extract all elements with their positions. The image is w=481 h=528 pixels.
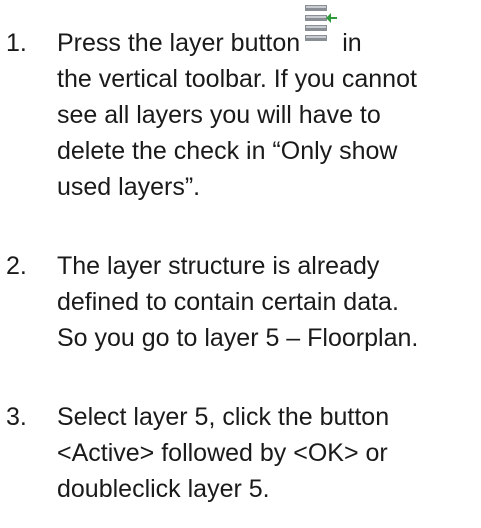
step-1-number: 1.	[6, 29, 27, 57]
instructions-document: 1. Press the layer button in the vertica…	[0, 0, 481, 528]
layer-button-icon	[304, 5, 338, 61]
step-2-number: 2.	[6, 252, 27, 280]
step-3-line-3: doubleclick layer 5.	[57, 475, 270, 503]
step-2-line-1: The layer structure is already	[57, 252, 380, 280]
step-2-line-3: So you go to layer 5 – Floorplan.	[57, 324, 419, 352]
step-1-line-2: the vertical toolbar. If you cannot	[57, 65, 417, 93]
step-3-line-2: <Active> followed by <OK> or	[57, 439, 388, 467]
step-3-text: Select layer 5, click the button <Active…	[57, 399, 477, 507]
step-1-line-1: Press the layer button in	[57, 5, 477, 61]
step-3-line-1: Select layer 5, click the button	[57, 403, 390, 431]
step-1-text: Press the layer button in the vertical t…	[57, 5, 477, 205]
step-1-line-5: used layers”.	[57, 173, 201, 201]
step-1-after-icon: in	[342, 29, 362, 57]
step-2-text: The layer structure is already defined t…	[57, 248, 477, 356]
step-1-line-1-text: Press the layer button	[57, 29, 301, 57]
step-1-line-3: see all layers you will have to	[57, 101, 381, 129]
step-2-line-2: defined to contain certain data.	[57, 288, 399, 316]
step-3-number: 3.	[6, 403, 27, 431]
step-1-line-4: delete the check in “Only show	[57, 137, 398, 165]
